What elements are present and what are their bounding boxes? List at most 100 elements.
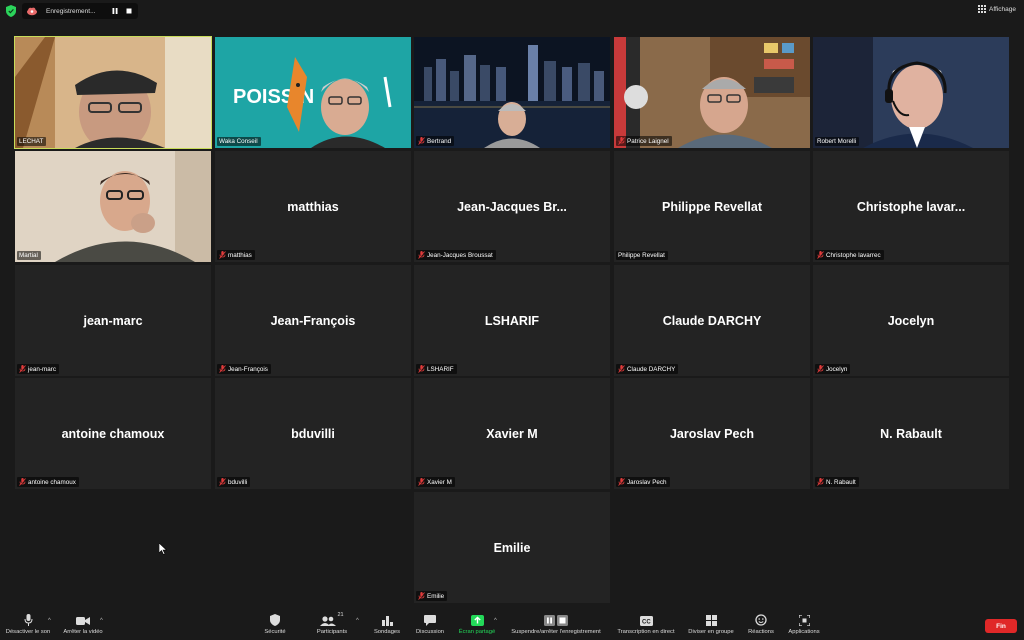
participant-tile[interactable]: N. Rabault N. Rabault [813,378,1009,489]
chat-label: Discussion [415,629,445,635]
pause-recording-button[interactable] [108,5,122,17]
muted-microphone-icon [219,478,226,486]
participant-tile[interactable]: antoine chamoux antoine chamoux [15,378,211,489]
participant-name: Bertrand [427,137,452,145]
participants-button[interactable]: 21 Participants [310,608,354,640]
participant-display-name: matthias [287,199,339,214]
muted-microphone-icon [418,592,425,600]
stop-recording-button[interactable] [122,5,136,17]
svg-text:CC: CC [642,620,651,626]
participant-name-label: Jaroslav Pech [616,477,670,487]
mouse-cursor-icon [159,543,167,555]
participant-name-label: Patrice Laignel [616,136,672,146]
smiley-icon [755,614,767,626]
participant-tile[interactable]: Jean-François Jean-François [215,265,411,376]
participant-name-label: LSHARIF [416,364,457,374]
participant-name-label: N. Rabault [815,477,859,487]
apps-button[interactable]: Applications [784,608,824,640]
share-screen-icon [470,615,484,626]
apps-icon [798,615,810,626]
breakout-rooms-button[interactable]: Diviser en groupe [685,608,737,640]
participant-display-name: Jean-Jacques Br... [457,199,567,214]
participant-tile[interactable]: jean-marc jean-marc [15,265,211,376]
security-button[interactable]: Sécurité [256,608,294,640]
participant-name-label: Jean-François [217,364,271,374]
recording-control-button[interactable]: Suspendre/arrêter l'enregistrement [506,608,606,640]
participants-count: 21 [337,612,344,618]
polls-button[interactable]: Sondages [370,608,404,640]
participant-name-label: Emilie [416,591,448,601]
muted-microphone-icon [418,478,425,486]
muted-microphone-icon [817,478,824,486]
end-meeting-button[interactable]: Fin [985,619,1017,633]
participant-video [15,151,211,262]
participant-tile[interactable]: Claude DARCHY Claude DARCHY [614,265,810,376]
meeting-toolbar: Désactiver le son ^ Arrêter la vidéo ^ S… [0,608,1024,640]
participant-tile[interactable]: Emilie Emilie [414,492,610,603]
participant-display-name: bduvilli [291,426,335,441]
participants-options-caret[interactable]: ^ [356,618,359,624]
participant-name: Jean-Jacques Broussat [427,251,493,259]
security-label: Sécurité [264,629,286,635]
participant-tile[interactable]: LSHARIF LSHARIF [414,265,610,376]
muted-microphone-icon [219,365,226,373]
muted-microphone-icon [418,251,425,259]
participant-tile[interactable]: POISS N Waka Conseil [215,37,411,148]
participant-tile[interactable]: LECHAT [14,36,212,149]
participant-tile[interactable]: Jaroslav Pech Jaroslav Pech [614,378,810,489]
share-screen-button[interactable]: Écran partagé [456,608,498,640]
muted-microphone-icon [418,137,425,145]
participant-tile[interactable]: Robert Morelli [813,37,1009,148]
participant-name-label: Christophe lavarrec [815,250,884,260]
participant-display-name: LSHARIF [484,313,540,328]
shield-icon [270,614,280,626]
participant-video [614,37,810,148]
reactions-button[interactable]: Réactions [744,608,778,640]
participant-tile[interactable]: Jocelyn Jocelyn [813,265,1009,376]
participant-name: Jocelyn [826,365,848,373]
mute-button[interactable]: Désactiver le son [4,608,52,640]
participant-name: Martial [19,252,38,259]
recording-control-label: Suspendre/arrêter l'enregistrement [511,629,601,635]
participant-name-label: Philippe Revellat [616,251,668,260]
view-label: Affichage [989,5,1016,13]
participant-tile[interactable]: Patrice Laignel [614,37,810,148]
participant-tile[interactable]: Christophe lavar... Christophe lavarrec [813,151,1009,262]
muted-microphone-icon [618,478,625,486]
participant-name-label: jean-marc [17,364,59,374]
audio-options-caret[interactable]: ^ [48,618,51,624]
polls-label: Sondages [373,629,401,635]
participant-tile[interactable]: Bertrand [414,37,610,148]
participant-display-name: Christophe lavar... [856,199,966,214]
participant-display-name: jean-marc [83,313,143,328]
participant-name-label: Jocelyn [815,364,851,374]
share-options-caret[interactable]: ^ [494,618,497,624]
muted-microphone-icon [618,137,625,145]
participant-display-name: N. Rabault [880,426,942,441]
participant-name-label: bduvilli [217,477,251,487]
share-screen-label: Écran partagé [458,629,496,635]
participant-name-label: Bertrand [416,136,455,146]
grid-view-icon [978,5,987,13]
participant-tile[interactable]: Martial [15,151,211,262]
participant-name: Claude DARCHY [627,365,676,373]
closed-caption-icon: CC [639,616,653,626]
participant-name: LECHAT [19,138,44,145]
participant-video [15,37,211,148]
pause-icon [112,8,118,14]
participant-name: bduvilli [228,478,248,486]
security-shield-icon[interactable] [6,5,16,17]
video-options-caret[interactable]: ^ [100,618,103,624]
view-button[interactable]: Affichage [978,5,1016,13]
live-transcript-button[interactable]: CC Transcription en direct [613,608,679,640]
participant-tile[interactable]: Philippe Revellat Philippe Revellat [614,151,810,262]
participant-name: LSHARIF [427,365,454,373]
participant-tile[interactable]: matthias matthias [215,151,411,262]
stop-video-label: Arrêter la vidéo [63,629,103,635]
stop-video-button[interactable]: Arrêter la vidéo [58,608,108,640]
participant-tile[interactable]: bduvilli bduvilli [215,378,411,489]
participant-tile[interactable]: Jean-Jacques Br... Jean-Jacques Broussat [414,151,610,262]
breakout-rooms-label: Diviser en groupe [688,629,734,635]
participant-tile[interactable]: Xavier M Xavier M [414,378,610,489]
chat-button[interactable]: Discussion [412,608,448,640]
